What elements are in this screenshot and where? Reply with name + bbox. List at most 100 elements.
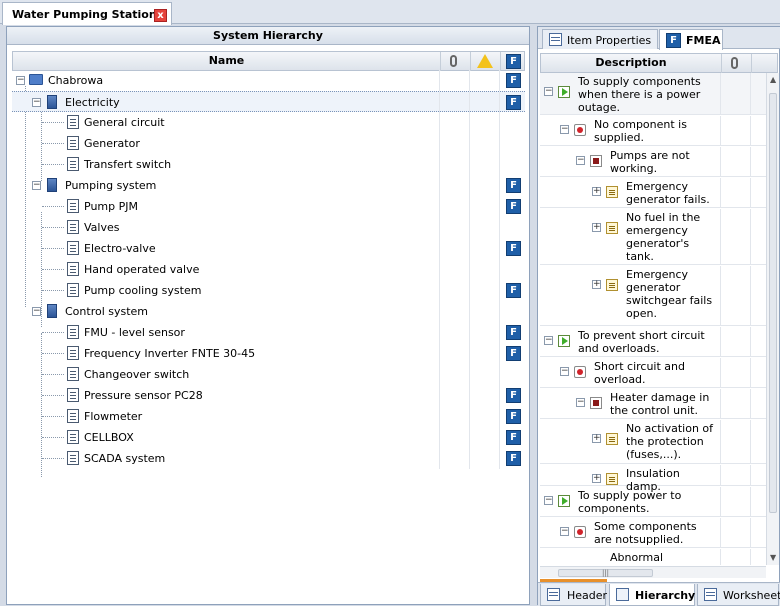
tree-row[interactable]: − Chabrowa F: [12, 70, 525, 91]
fmea-icon[interactable]: F: [506, 388, 521, 403]
warning-cell[interactable]: [470, 343, 500, 364]
fmea-icon[interactable]: F: [506, 73, 521, 88]
fmea-cell[interactable]: F: [500, 196, 525, 217]
warning-cell[interactable]: [470, 112, 500, 133]
fmea-cell[interactable]: F: [500, 385, 525, 406]
collapse-icon[interactable]: −: [560, 367, 569, 376]
collapse-icon[interactable]: −: [560, 125, 569, 134]
collapse-icon[interactable]: −: [32, 307, 41, 316]
close-icon[interactable]: x: [154, 9, 167, 22]
warning-cell[interactable]: [470, 92, 500, 113]
collapse-icon[interactable]: −: [544, 87, 553, 96]
scroll-thumb[interactable]: |||: [558, 569, 653, 577]
warning-cell[interactable]: [470, 175, 500, 196]
collapse-icon[interactable]: −: [576, 156, 585, 165]
expand-icon[interactable]: +: [592, 187, 601, 196]
tree-row[interactable]: Hand operated valve: [12, 259, 525, 280]
fmea-cell[interactable]: F: [500, 280, 525, 301]
fmea-cell[interactable]: [500, 259, 525, 280]
fmea-icon[interactable]: F: [506, 283, 521, 298]
name-cell[interactable]: Flowmeter: [12, 406, 440, 427]
name-cell[interactable]: Frequency Inverter FNTE 30-45: [12, 343, 440, 364]
fmea-icon[interactable]: F: [506, 241, 521, 256]
tree-row[interactable]: Electro-valve F: [12, 238, 525, 259]
tree-row[interactable]: Transfert switch: [12, 154, 525, 175]
attachment-cell[interactable]: [440, 217, 470, 238]
name-cell[interactable]: − Control system: [12, 301, 440, 322]
attachment-cell[interactable]: [440, 280, 470, 301]
attachment-column-header[interactable]: [722, 54, 752, 73]
name-cell[interactable]: General circuit: [12, 112, 440, 133]
fmea-cell[interactable]: F: [500, 322, 525, 343]
tree-row[interactable]: − Electricity F: [12, 91, 525, 113]
scroll-up-icon[interactable]: ▲: [770, 75, 776, 84]
attachment-cell[interactable]: [440, 92, 470, 113]
tree-row[interactable]: Pressure sensor PC28 F: [12, 385, 525, 406]
name-cell[interactable]: CELLBOX: [12, 427, 440, 448]
warning-cell[interactable]: [470, 448, 500, 469]
scroll-down-icon[interactable]: ▼: [770, 553, 776, 562]
warning-cell[interactable]: [470, 154, 500, 175]
warning-cell[interactable]: [470, 406, 500, 427]
attachment-cell[interactable]: [440, 385, 470, 406]
fmea-row[interactable]: + Emergency generator switchgear fails op…: [540, 266, 766, 326]
name-cell[interactable]: Hand operated valve: [12, 259, 440, 280]
name-cell[interactable]: Valves: [12, 217, 440, 238]
fmea-row[interactable]: − Some components are notsupplied.: [540, 518, 766, 548]
scroll-thumb[interactable]: [769, 93, 777, 513]
tab-fmea[interactable]: F FMEA: [659, 29, 723, 50]
vertical-scrollbar[interactable]: ▲ ▼: [766, 73, 779, 565]
tree-row[interactable]: Valves: [12, 217, 525, 238]
attachment-cell[interactable]: [440, 427, 470, 448]
warning-cell[interactable]: [470, 217, 500, 238]
expand-icon[interactable]: +: [592, 434, 601, 443]
fmea-cell[interactable]: F: [500, 175, 525, 196]
attachment-cell[interactable]: [440, 133, 470, 154]
fmea-cell[interactable]: [500, 112, 525, 133]
name-cell[interactable]: − Chabrowa: [12, 70, 440, 91]
fmea-row[interactable]: − To prevent short circuit and overloads.: [540, 327, 766, 357]
fmea-row[interactable]: − To supply components when there is a po…: [540, 73, 766, 115]
tab-worksheet[interactable]: Worksheet: [697, 584, 780, 606]
expand-icon[interactable]: +: [592, 474, 601, 483]
name-cell[interactable]: Changeover switch: [12, 364, 440, 385]
attachment-column-header[interactable]: [441, 52, 471, 71]
fmea-cell[interactable]: [500, 301, 525, 322]
tab-hierarchy[interactable]: Hierarchy: [609, 584, 695, 606]
warning-cell[interactable]: [470, 238, 500, 259]
fmea-row[interactable]: − Heater damage in the control unit.: [540, 389, 766, 419]
collapse-icon[interactable]: −: [16, 76, 25, 85]
expand-icon[interactable]: +: [592, 280, 601, 289]
tree-row[interactable]: Frequency Inverter FNTE 30-45 F: [12, 343, 525, 364]
fmea-cell[interactable]: F: [500, 238, 525, 259]
collapse-icon[interactable]: −: [32, 98, 41, 107]
fmea-icon[interactable]: F: [506, 451, 521, 466]
attachment-cell[interactable]: [440, 196, 470, 217]
name-cell[interactable]: Generator: [12, 133, 440, 154]
tab-header[interactable]: Header: [540, 584, 607, 606]
fmea-icon[interactable]: F: [506, 199, 521, 214]
tree-row[interactable]: Flowmeter F: [12, 406, 525, 427]
fmea-row[interactable]: − To supply power to components.: [540, 487, 766, 517]
warning-cell[interactable]: [470, 427, 500, 448]
warning-cell[interactable]: [470, 364, 500, 385]
fmea-row[interactable]: + Insulation damp.: [540, 465, 766, 493]
fmea-icon[interactable]: F: [506, 346, 521, 361]
warning-cell[interactable]: [470, 322, 500, 343]
warning-cell[interactable]: [470, 70, 500, 91]
fmea-icon[interactable]: F: [506, 409, 521, 424]
attachment-cell[interactable]: [440, 70, 470, 91]
collapse-icon[interactable]: −: [32, 181, 41, 190]
attachment-cell[interactable]: [440, 322, 470, 343]
fmea-cell[interactable]: F: [500, 448, 525, 469]
attachment-cell[interactable]: [440, 364, 470, 385]
fmea-row[interactable]: Abnormal: [540, 549, 766, 565]
tree-row[interactable]: Pump cooling system F: [12, 280, 525, 301]
warning-cell[interactable]: [470, 385, 500, 406]
fmea-cell[interactable]: [500, 154, 525, 175]
fmea-row[interactable]: − No component is supplied.: [540, 116, 766, 146]
fmea-row[interactable]: − Short circuit and overload.: [540, 358, 766, 388]
warning-column-header[interactable]: [471, 52, 501, 71]
fmea-column-header[interactable]: F: [501, 52, 526, 71]
fmea-icon[interactable]: F: [506, 95, 521, 110]
